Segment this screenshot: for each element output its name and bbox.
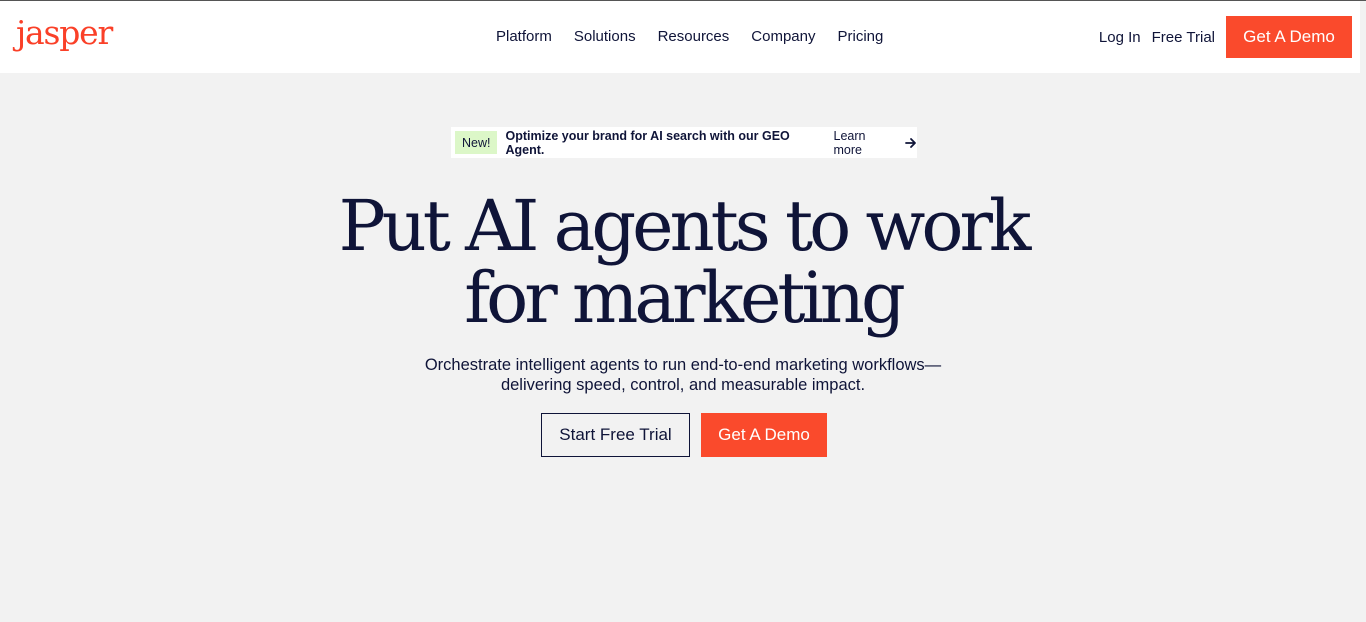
hero-get-demo-button[interactable]: Get A Demo [701,413,827,457]
header-get-demo-button[interactable]: Get A Demo [1226,16,1352,58]
site-header: jasper Platform Solutions Resources Comp… [0,1,1366,73]
hero-subtitle-line-1: Orchestrate intelligent agents to run en… [424,356,942,374]
learn-more-link[interactable]: Learn more [834,129,898,157]
nav-item-company[interactable]: Company [751,27,815,47]
free-trial-link[interactable]: Free Trial [1152,29,1215,46]
login-link[interactable]: Log In [1099,29,1141,46]
hero-cta-row: Start Free Trial Get A Demo [541,413,827,457]
announcement-text: Optimize your brand for AI search with o… [505,128,790,157]
nav-item-pricing[interactable]: Pricing [837,27,883,47]
page-scrollbar[interactable] [1360,1,1366,622]
nav-item-platform[interactable]: Platform [496,27,552,47]
hero-subtitle: Orchestrate intelligent agents to run en… [0,355,1366,395]
nav-item-solutions[interactable]: Solutions [574,27,636,47]
announcement-banner[interactable]: New! Optimize your brand for AI search w… [451,127,917,158]
hero-subtitle-line-2: delivering speed, control, and measurabl… [500,376,866,394]
hero-title-line-1: Put AI agents to work [338,185,1032,267]
header-actions: Log In Free Trial Get A Demo [1099,16,1352,58]
hero-title: Put AI agents to work for marketing [0,190,1366,334]
jasper-logo[interactable]: jasper [16,13,113,53]
nav-item-resources[interactable]: Resources [658,27,730,47]
arrow-right-icon [905,137,917,149]
start-free-trial-button[interactable]: Start Free Trial [541,413,690,457]
main-nav: Platform Solutions Resources Company Pri… [496,27,905,47]
new-badge: New! [455,131,498,154]
hero-title-line-2: for marketing [464,257,906,339]
